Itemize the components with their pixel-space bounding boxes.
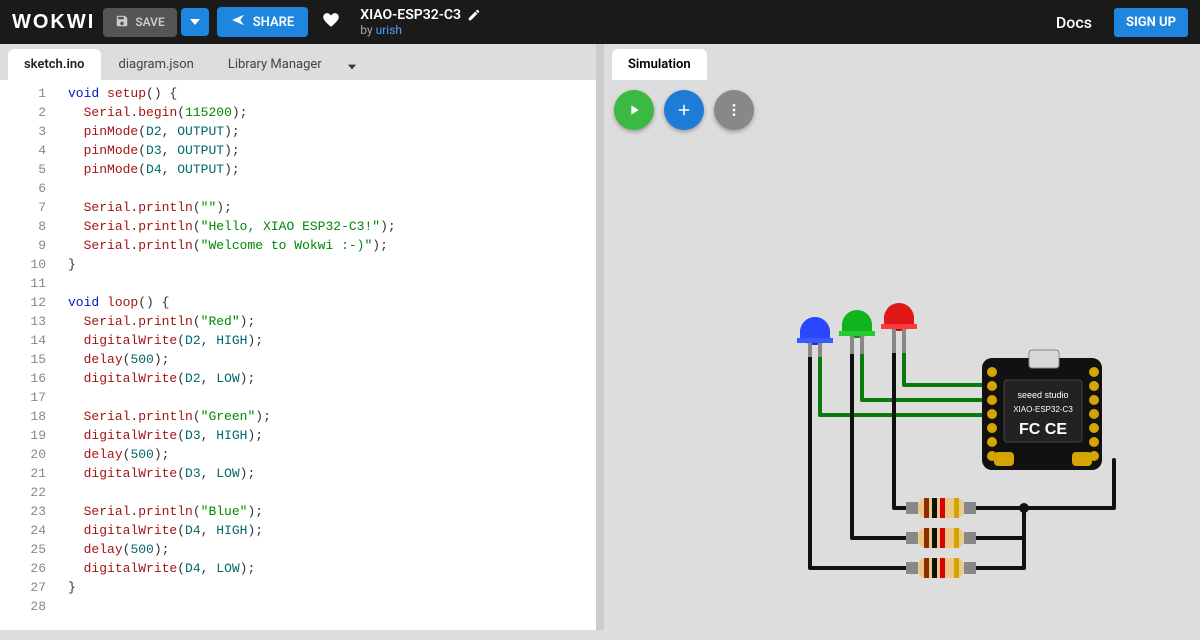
junction-node bbox=[1019, 503, 1029, 513]
simulation-pane: Simulation bbox=[604, 44, 1200, 630]
tab-simulation[interactable]: Simulation bbox=[612, 49, 707, 80]
heart-icon bbox=[322, 11, 340, 29]
project-name-text: XIAO-ESP32-C3 bbox=[360, 7, 461, 23]
author-link[interactable]: urish bbox=[376, 23, 402, 37]
tab-sketch[interactable]: sketch.ino bbox=[8, 49, 101, 80]
share-icon bbox=[231, 13, 245, 31]
project-author: by urish bbox=[360, 23, 481, 37]
save-icon bbox=[115, 14, 129, 31]
sim-tabs: Simulation bbox=[604, 44, 1200, 80]
wire-d2-red[interactable] bbox=[904, 352, 986, 385]
resistor-r3[interactable] bbox=[906, 558, 976, 578]
led-green[interactable] bbox=[839, 310, 875, 354]
share-button[interactable]: SHARE bbox=[217, 7, 309, 37]
topbar: WOKWI SAVE SHARE XIAO-ESP32-C3 by urish … bbox=[0, 0, 1200, 44]
board-brand: seeed studio bbox=[1017, 390, 1068, 400]
tab-diagram[interactable]: diagram.json bbox=[103, 49, 210, 80]
resistor-r2[interactable] bbox=[906, 528, 976, 548]
docs-link[interactable]: Docs bbox=[1056, 13, 1092, 32]
wire-d3-green[interactable] bbox=[862, 352, 986, 400]
favorite-button[interactable] bbox=[322, 11, 340, 34]
share-label: SHARE bbox=[253, 15, 295, 30]
line-gutter: 1234567891011121314151617181920212223242… bbox=[0, 80, 60, 630]
signup-button[interactable]: SIGN UP bbox=[1114, 8, 1188, 37]
project-title-block: XIAO-ESP32-C3 by urish bbox=[360, 7, 481, 37]
tab-menu-button[interactable] bbox=[340, 51, 364, 78]
chevron-down-icon bbox=[190, 17, 200, 27]
plus-icon bbox=[675, 101, 693, 119]
play-button[interactable] bbox=[614, 90, 654, 130]
circuit-canvas[interactable]: seeed studio XIAO-ESP32-C3 FC CE bbox=[604, 140, 1200, 630]
by-prefix: by bbox=[360, 23, 375, 37]
play-icon bbox=[626, 102, 642, 118]
more-vertical-icon bbox=[726, 102, 742, 118]
tab-library-manager[interactable]: Library Manager bbox=[212, 49, 338, 80]
code-editor[interactable]: 1234567891011121314151617181920212223242… bbox=[0, 80, 596, 630]
editor-pane: sketch.ino diagram.json Library Manager … bbox=[0, 44, 604, 630]
logo[interactable]: WOKWI bbox=[12, 11, 95, 34]
wire-gnd-board[interactable] bbox=[1024, 460, 1114, 568]
more-menu-button[interactable] bbox=[714, 90, 754, 130]
resistor-r1[interactable] bbox=[906, 498, 976, 518]
project-name[interactable]: XIAO-ESP32-C3 bbox=[360, 7, 481, 23]
save-label: SAVE bbox=[135, 15, 164, 29]
save-dropdown-button[interactable] bbox=[181, 8, 209, 36]
sim-toolbar bbox=[604, 80, 1200, 140]
board-ce-mark: FC CE bbox=[1019, 421, 1067, 438]
chevron-down-icon bbox=[348, 64, 356, 70]
wire-blue-r3[interactable] bbox=[810, 352, 906, 568]
led-blue[interactable] bbox=[797, 317, 833, 357]
board-model: XIAO-ESP32-C3 bbox=[1013, 405, 1073, 414]
edit-icon[interactable] bbox=[467, 8, 481, 22]
add-part-button[interactable] bbox=[664, 90, 704, 130]
xiao-board[interactable]: seeed studio XIAO-ESP32-C3 FC CE bbox=[982, 350, 1102, 470]
editor-tabs: sketch.ino diagram.json Library Manager bbox=[0, 44, 596, 80]
code-content[interactable]: void setup() { Serial.begin(115200); pin… bbox=[60, 80, 596, 630]
save-button[interactable]: SAVE bbox=[103, 8, 176, 37]
led-red[interactable] bbox=[881, 303, 917, 353]
